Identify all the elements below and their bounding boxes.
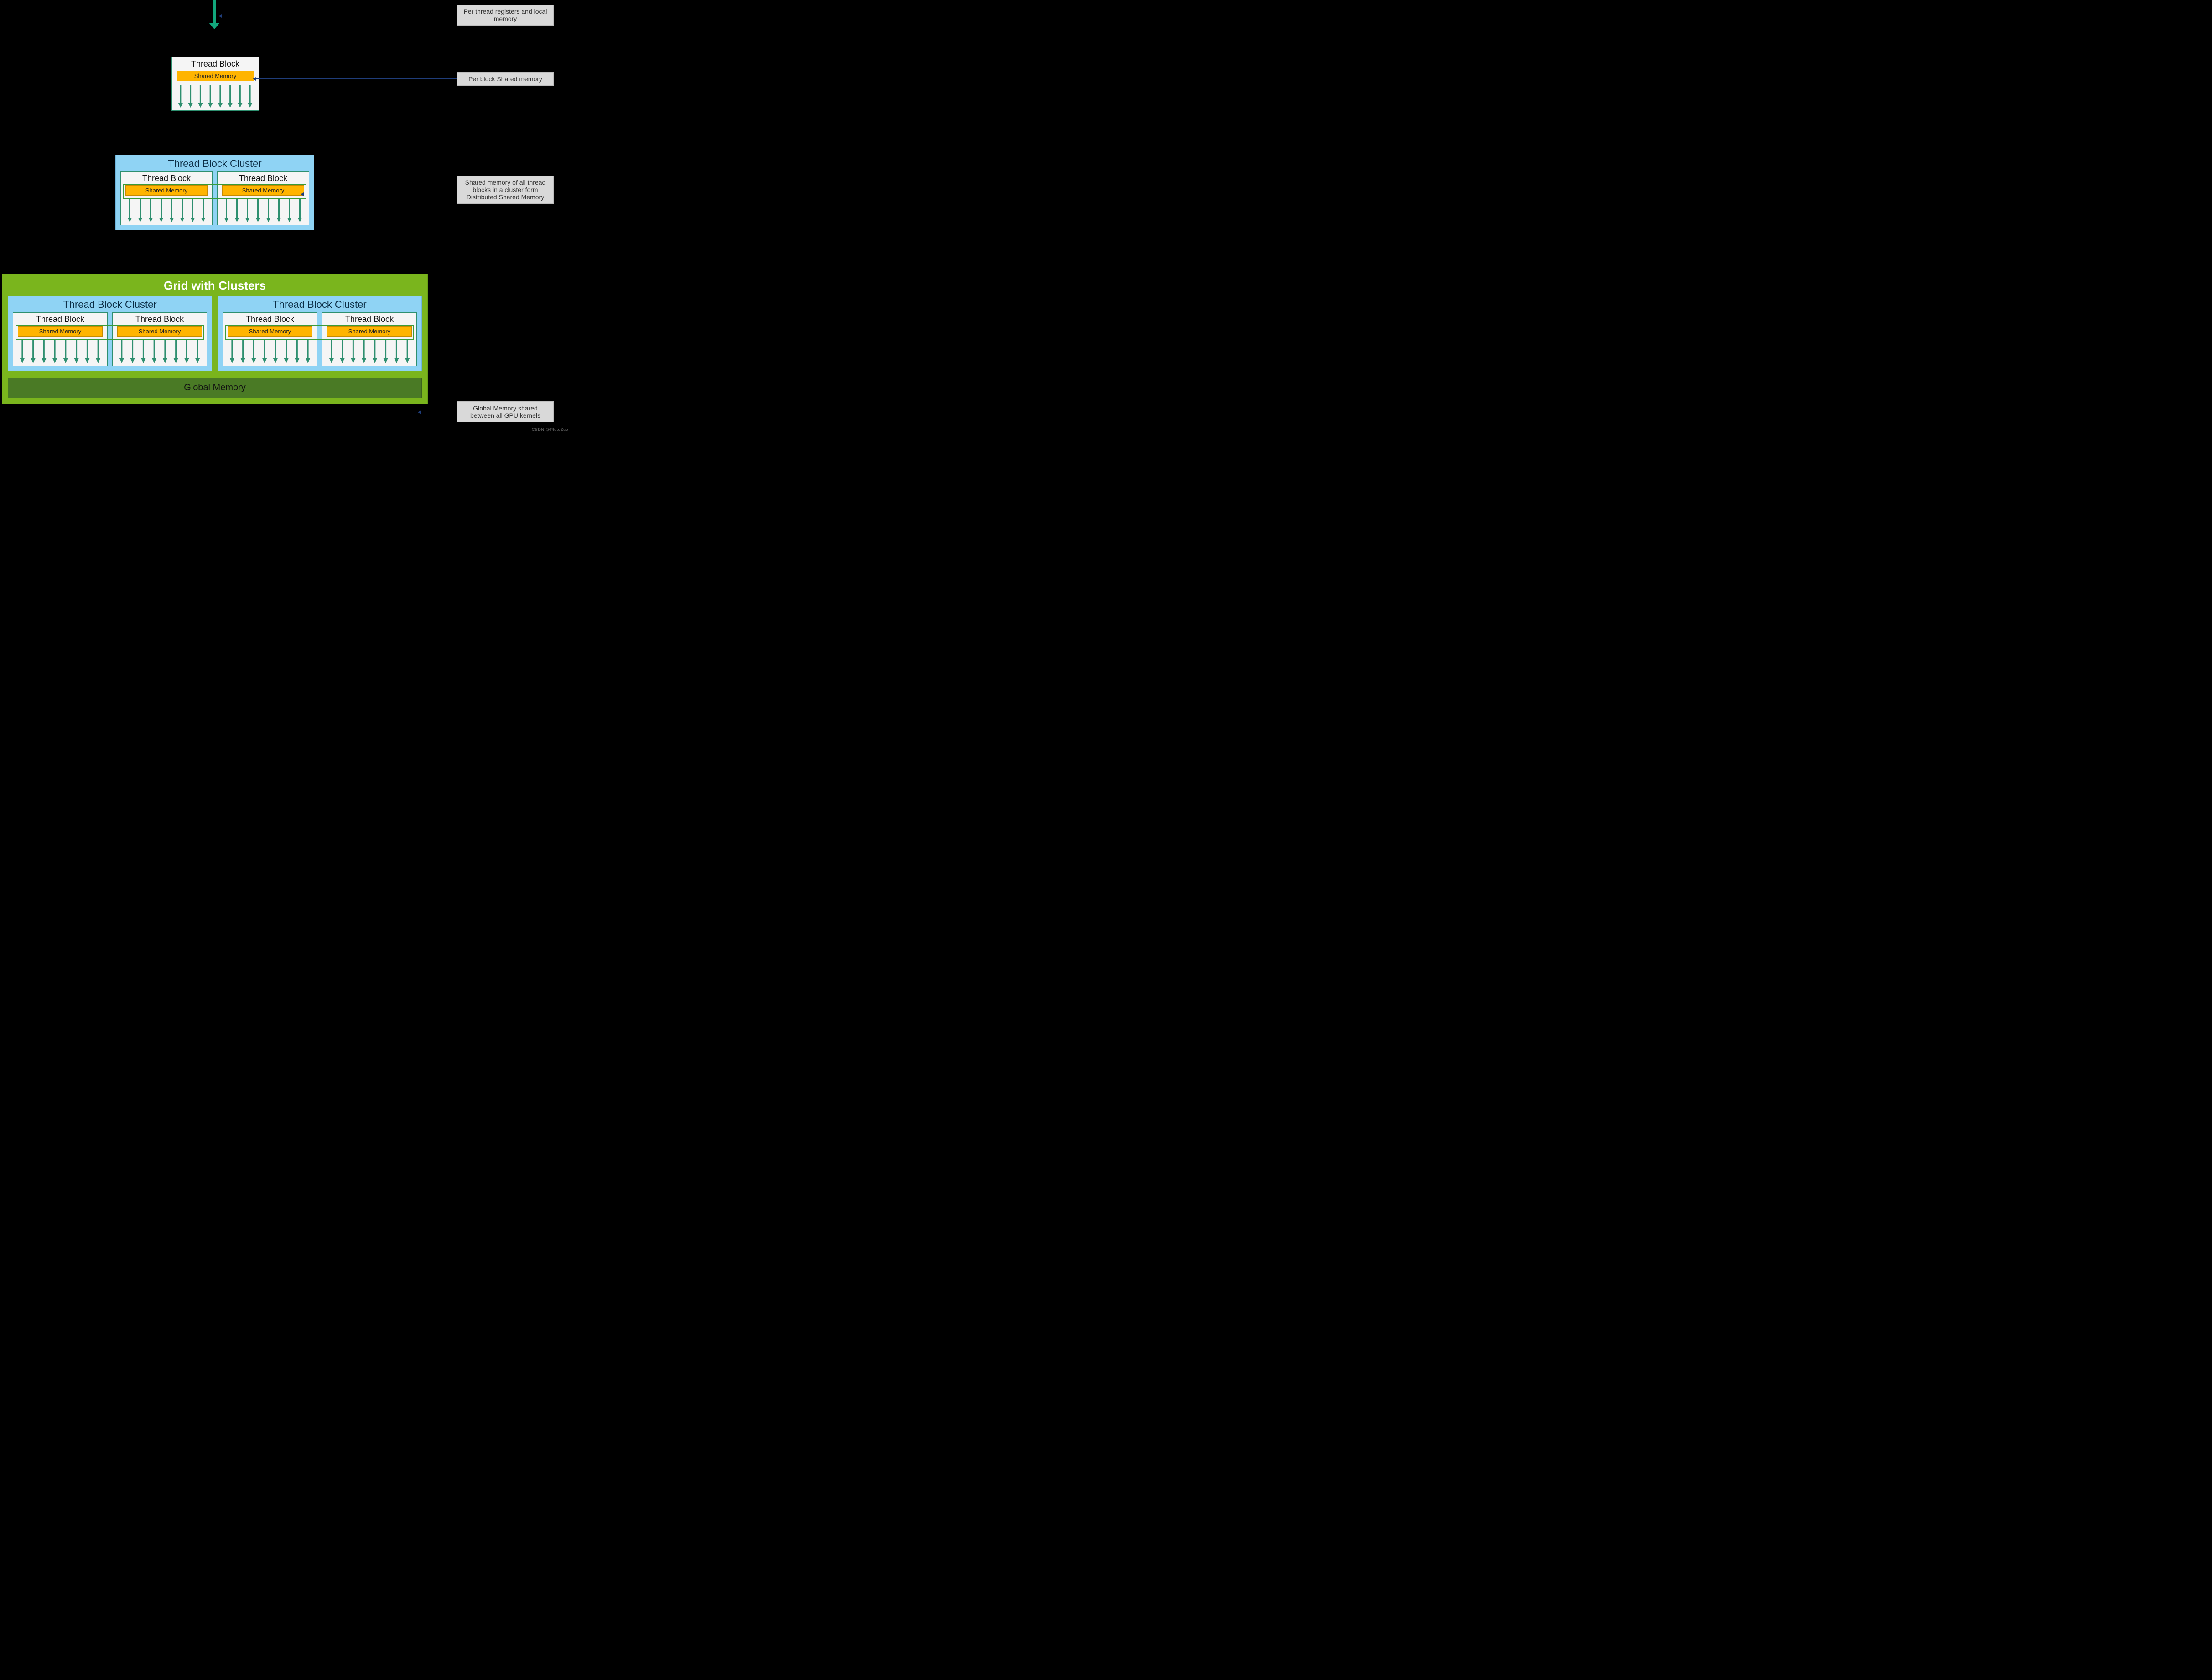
global-memory-label: Global Memory	[8, 378, 422, 398]
thread-arrows-icon	[223, 338, 317, 366]
thread-block-cluster: Thread Block Cluster Thread Block Shared…	[218, 296, 422, 371]
grid-clusters-row: Thread Block Cluster Thread Block Shared…	[2, 296, 427, 376]
diagram-stage: Per thread registers and local memory Th…	[0, 0, 572, 435]
thread-block-title: Thread Block	[172, 57, 259, 70]
thread-block-cluster: Thread Block Cluster Thread Block Shared…	[8, 296, 212, 371]
thread-arrows-icon	[13, 338, 107, 366]
thread-arrows-icon	[218, 197, 309, 225]
cluster-body: Thread Block Shared Memory Thread Block …	[116, 171, 314, 230]
thread-block: Thread Block Shared Memory	[120, 171, 213, 225]
shared-memory-label: Shared Memory	[18, 326, 103, 337]
shared-memory-label: Shared Memory	[117, 326, 202, 337]
thread-block-title: Thread Block	[13, 313, 107, 325]
shared-memory-label: Shared Memory	[222, 185, 304, 196]
thread-block: Thread Block Shared Memory	[223, 312, 317, 366]
thread-block-title: Thread Block	[113, 313, 207, 325]
thread-block-standalone: Thread Block Shared Memory	[171, 57, 259, 111]
cluster-title: Thread Block Cluster	[8, 296, 212, 312]
cluster-title: Thread Block Cluster	[218, 296, 421, 312]
shared-memory-label: Shared Memory	[177, 71, 254, 81]
grid-title: Grid with Clusters	[2, 274, 427, 296]
callout-per-block: Per block Shared memory	[457, 72, 554, 86]
thread-arrow-icon	[213, 0, 216, 24]
cluster-body: Thread Block Shared Memory Thread Block …	[8, 312, 212, 371]
thread-block-title: Thread Block	[218, 172, 309, 184]
shared-memory-label: Shared Memory	[228, 326, 312, 337]
cluster-body: Thread Block Shared Memory Thread Block …	[218, 312, 421, 371]
thread-block: Thread Block Shared Memory	[322, 312, 417, 366]
thread-block: Thread Block Shared Memory	[13, 312, 108, 366]
thread-block-title: Thread Block	[121, 172, 212, 184]
shared-memory-label: Shared Memory	[327, 326, 412, 337]
callout-dsm: Shared memory of all thread blocks in a …	[457, 176, 554, 204]
callout-per-thread: Per thread registers and local memory	[457, 5, 554, 26]
thread-block-cluster-standalone: Thread Block Cluster Thread Block Shared…	[115, 155, 314, 230]
thread-arrows-icon	[113, 338, 207, 366]
thread-block: Thread Block Shared Memory	[217, 171, 309, 225]
thread-arrows-icon	[322, 338, 416, 366]
grid-with-clusters: Grid with Clusters Thread Block Cluster …	[2, 274, 428, 404]
connector-per-block	[255, 78, 457, 79]
cluster-title: Thread Block Cluster	[116, 155, 314, 171]
thread-block-title: Thread Block	[322, 313, 416, 325]
shared-memory-label: Shared Memory	[125, 185, 208, 196]
thread-block: Thread Block Shared Memory	[112, 312, 207, 366]
watermark-text: CSDN @PlutoZuo	[532, 427, 568, 432]
thread-arrows-icon	[172, 83, 259, 110]
thread-arrows-icon	[121, 197, 212, 225]
thread-block-title: Thread Block	[223, 313, 317, 325]
callout-global-memory: Global Memory shared between all GPU ker…	[457, 401, 554, 422]
